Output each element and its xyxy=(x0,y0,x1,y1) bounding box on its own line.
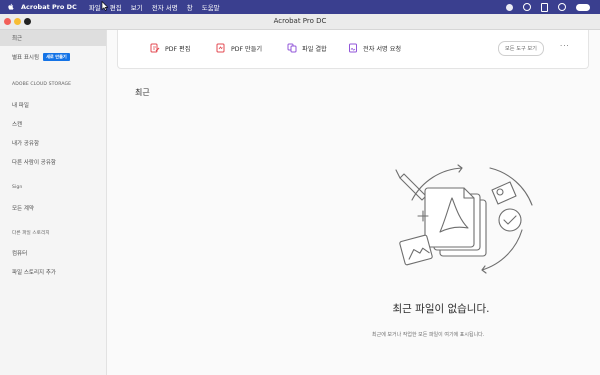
battery-icon[interactable] xyxy=(541,2,548,12)
edit-pdf-tool[interactable]: PDF 편집 xyxy=(150,43,190,53)
section-heading-cloud-storage: ADOBE CLOUD STORAGE xyxy=(12,82,72,87)
sidebar-item-starred[interactable]: 별표 표시됨 새로 만들기 xyxy=(12,53,70,61)
sidebar-item-shared-by-you[interactable]: 내가 공유함 xyxy=(12,139,39,147)
request-esign-tool[interactable]: 전자 서명 요청 xyxy=(348,43,401,53)
sidebar-item-starred-label: 별표 표시됨 xyxy=(12,55,40,61)
menu-window[interactable]: 창 xyxy=(187,2,193,12)
create-pdf-icon xyxy=(216,43,225,53)
sync-icon[interactable] xyxy=(523,3,531,11)
edit-pdf-label: PDF 편집 xyxy=(165,45,191,53)
empty-state-title-text: 최근 파일이 없습니다. xyxy=(392,303,490,315)
control-center-icon[interactable] xyxy=(576,3,590,11)
create-pdf-label: PDF 만들기 xyxy=(231,45,263,53)
request-esign-label: 전자 서명 요청 xyxy=(363,45,402,53)
empty-state-subtitle: 최근에 보거나 작업한 모든 파일이 여기에 표시됩니다. xyxy=(372,332,485,338)
quick-tools-bar: PDF 편집 PDF 만들기 파일 결합 전자 서명 요청 모든 도구 보기 ·… xyxy=(117,30,589,69)
menu-help[interactable]: 도움말 xyxy=(202,2,220,12)
mouse-cursor-icon xyxy=(101,1,108,11)
sidebar-item-all-agreements[interactable]: 모든 계약 xyxy=(12,204,34,212)
page-title: 최근 xyxy=(135,88,150,97)
apple-icon[interactable] xyxy=(7,3,15,11)
empty-state-title: 최근 파일이 없습니다. xyxy=(107,301,600,316)
status-icons xyxy=(506,0,590,14)
sidebar-item-computer[interactable]: 컴퓨터 xyxy=(12,249,27,257)
menu-bar: Acrobat Pro DC 파일 편집 보기 전자 서명 창 도움말 xyxy=(0,0,600,14)
more-options-button[interactable]: ··· xyxy=(560,42,570,50)
combine-files-tool[interactable]: 파일 결합 xyxy=(287,43,327,53)
create-pdf-tool[interactable]: PDF 만들기 xyxy=(216,43,262,53)
sidebar-item-shared-by-others[interactable]: 다른 사람이 공유함 xyxy=(12,158,56,166)
sidebar-item-scans[interactable]: 스캔 xyxy=(12,120,22,128)
sidebar-item-add-storage[interactable]: 파일 스토리지 추가 xyxy=(12,268,56,276)
combine-files-label: 파일 결합 xyxy=(302,45,327,53)
sidebar-item-recent[interactable]: 최근 xyxy=(12,34,22,42)
menu-edit[interactable]: 편집 xyxy=(110,2,122,12)
menu-esign[interactable]: 전자 서명 xyxy=(152,2,178,12)
window-title: Acrobat Pro DC xyxy=(273,17,327,25)
edit-pdf-icon xyxy=(150,43,160,53)
window-title-bar: Acrobat Pro DC xyxy=(0,14,600,30)
app-menu[interactable]: Acrobat Pro DC xyxy=(21,3,77,11)
menu-file[interactable]: 파일 xyxy=(89,2,101,12)
main-content: PDF 편집 PDF 만들기 파일 결합 전자 서명 요청 모든 도구 보기 ·… xyxy=(107,30,600,375)
all-tools-button[interactable]: 모든 도구 보기 xyxy=(498,41,544,56)
section-heading-sign: Sign xyxy=(12,185,23,190)
sidebar-item-my-files[interactable]: 내 파일 xyxy=(12,101,29,109)
section-heading-other-storage: 다른 파일 스토리지 xyxy=(12,231,50,236)
empty-files-illustration xyxy=(395,164,533,274)
creative-cloud-icon[interactable] xyxy=(506,3,513,11)
request-esign-icon xyxy=(349,43,357,53)
sidebar: 최근 별표 표시됨 새로 만들기 ADOBE CLOUD STORAGE 내 파일… xyxy=(0,30,107,375)
menu-view[interactable]: 보기 xyxy=(131,2,143,12)
new-badge: 새로 만들기 xyxy=(43,53,70,61)
combine-files-icon xyxy=(287,43,297,53)
wifi-icon[interactable] xyxy=(558,3,566,11)
